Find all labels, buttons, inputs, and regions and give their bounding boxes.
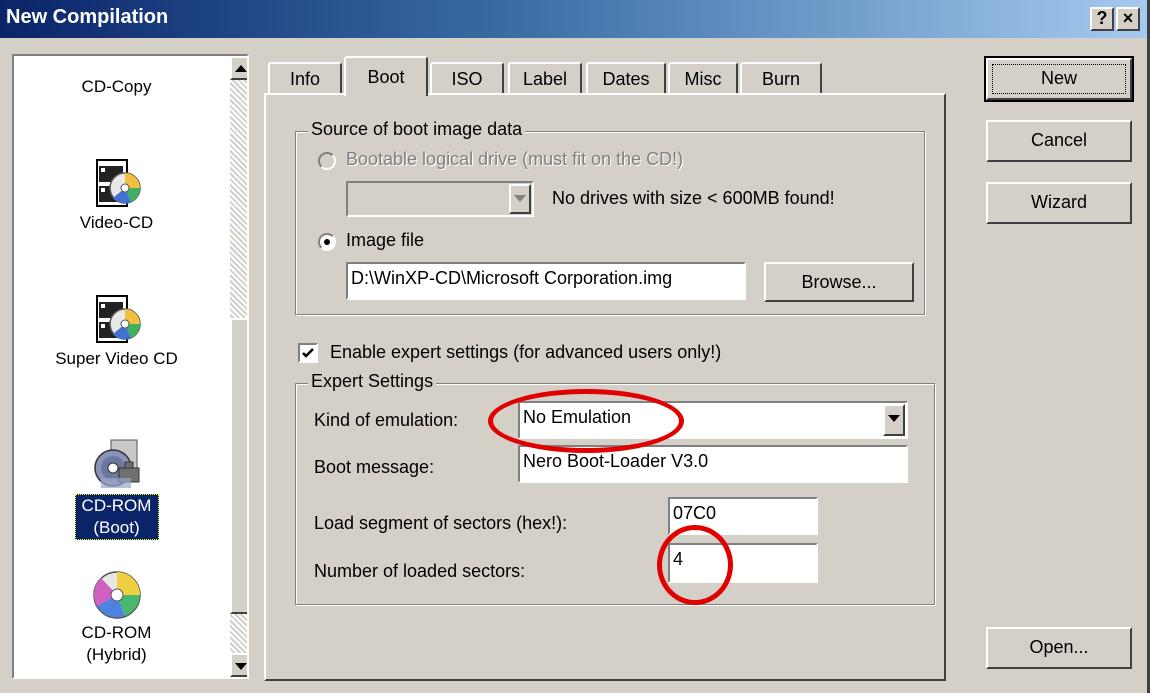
image-file-radio[interactable] [318, 233, 336, 251]
list-item-label: CD-ROM (Hybrid) [81, 623, 152, 664]
list-item-cd-copy[interactable]: CD-Copy [14, 76, 219, 98]
tab-boot[interactable]: Boot [344, 56, 428, 96]
annotation-circle-sectors [657, 525, 733, 605]
list-item-label: Video-CD [79, 213, 154, 232]
browse-button[interactable]: Browse... [764, 262, 914, 302]
bootable-drive-label: Bootable logical drive (must fit on the … [346, 149, 684, 169]
image-file-label: Image file [346, 230, 425, 250]
new-compilation-dialog: New Compilation ? × CD-Copy Video-CD Sup… [0, 0, 1150, 693]
list-item-super-video-cd[interactable]: Super Video CD [14, 292, 219, 370]
boot-message-label: Boot message: [314, 457, 435, 477]
expert-group-label: Expert Settings [308, 371, 437, 392]
annotation-circle-emulation [488, 389, 684, 453]
no-drives-message: No drives with size < 600MB found! [552, 188, 835, 208]
enable-expert-label: Enable expert settings (for advanced use… [330, 342, 722, 362]
title-bar[interactable]: New Compilation ? × [0, 0, 1147, 38]
chevron-down-icon [509, 184, 531, 214]
source-group-label: Source of boot image data [308, 119, 526, 140]
cd-rom-boot-icon [93, 439, 139, 488]
list-item-label: Super Video CD [55, 349, 178, 368]
cd-rom-hybrid-icon [92, 571, 141, 619]
compilation-type-list[interactable]: CD-Copy Video-CD Super Video CD CD-ROM (… [12, 54, 249, 679]
arrow-down-icon [234, 663, 247, 670]
tab-misc[interactable]: Misc [668, 62, 738, 95]
loaded-sectors-label: Number of loaded sectors: [314, 561, 526, 581]
enable-expert-checkbox[interactable] [298, 343, 318, 363]
close-button[interactable]: × [1116, 7, 1140, 31]
video-cd-icon [95, 159, 141, 207]
arrow-up-icon [234, 65, 247, 72]
list-item-video-cd[interactable]: Video-CD [14, 156, 219, 234]
window-title: New Compilation [6, 6, 169, 28]
list-item-cd-rom-boot[interactable]: CD-ROM (Boot) [14, 434, 219, 540]
scroll-up-button[interactable] [230, 56, 247, 80]
list-scrollbar[interactable] [230, 56, 247, 677]
cancel-button[interactable]: Cancel [986, 120, 1132, 162]
image-file-path-input[interactable]: D:\WinXP-CD\Microsoft Corporation.img [346, 262, 746, 300]
bootable-drive-radio[interactable] [318, 152, 336, 170]
tab-info[interactable]: Info [268, 62, 342, 95]
tab-label[interactable]: Label [508, 62, 582, 95]
focus-rectangle [992, 64, 1126, 94]
new-button[interactable]: New [984, 56, 1134, 102]
list-item-label: CD-Copy [81, 77, 152, 96]
wizard-button[interactable]: Wizard [986, 182, 1132, 224]
scroll-down-button[interactable] [230, 653, 247, 677]
tab-iso[interactable]: ISO [430, 62, 504, 95]
super-video-cd-icon [95, 295, 141, 343]
checkmark-icon [302, 348, 314, 358]
drive-select[interactable] [346, 181, 534, 217]
tab-burn[interactable]: Burn [740, 62, 822, 95]
open-button[interactable]: Open... [986, 627, 1132, 669]
emulation-label: Kind of emulation: [314, 410, 459, 430]
boot-tab-panel: Source of boot image data Bootable logic… [264, 93, 946, 681]
help-button[interactable]: ? [1090, 7, 1114, 31]
tab-dates[interactable]: Dates [586, 62, 666, 95]
chevron-down-icon [883, 404, 905, 436]
scroll-thumb[interactable] [230, 318, 247, 614]
list-item-label: CD-ROM (Boot) [74, 494, 159, 540]
list-item-cd-rom-hybrid[interactable]: CD-ROM (Hybrid) [14, 568, 219, 666]
load-segment-label: Load segment of sectors (hex!): [314, 513, 568, 533]
